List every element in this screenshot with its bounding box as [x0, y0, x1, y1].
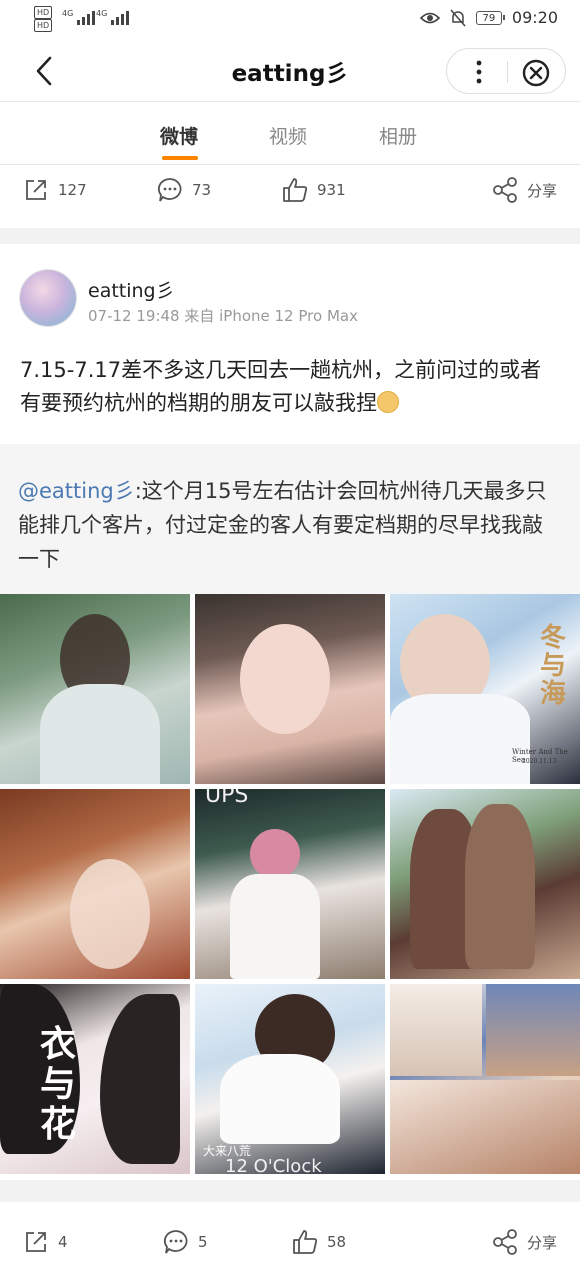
dress-shape: [40, 684, 160, 784]
photo-7[interactable]: 衣与花: [0, 984, 190, 1174]
collage-cell-2: [486, 984, 580, 1076]
signal-icon: 4G: [62, 9, 96, 25]
status-bar: HD HD 4G 4G 79 09:20: [0, 0, 580, 40]
photo-7-title: 衣与花: [40, 1023, 77, 1145]
author-name[interactable]: eatting彡: [88, 276, 175, 303]
hair-shape-2: [100, 994, 180, 1164]
share-icon: [493, 1229, 517, 1255]
network-type-1: 4G: [62, 9, 74, 18]
like-count: 58: [327, 1233, 347, 1251]
share-icon: [493, 177, 517, 203]
hd-badge-2: HD: [34, 19, 53, 32]
figure-shape: [70, 859, 150, 969]
divider: [0, 164, 580, 165]
dress-shape: [230, 874, 320, 979]
comment-button[interactable]: 5: [162, 1228, 208, 1256]
thumbs-up-icon: [283, 178, 308, 202]
photo-9[interactable]: [390, 984, 580, 1174]
repost-icon: [26, 180, 46, 200]
signal-icon-2: 4G: [96, 9, 130, 25]
repost-button[interactable]: 4: [22, 1228, 68, 1256]
comment-icon: [157, 178, 182, 202]
repost-count: 4: [58, 1233, 68, 1251]
close-icon[interactable]: [521, 58, 551, 88]
nav-bar: eatting彡: [0, 40, 580, 102]
comment-count: 5: [198, 1233, 208, 1251]
collage-cell-1: [390, 984, 482, 1076]
photo-1[interactable]: [0, 594, 190, 784]
eye-icon: [419, 12, 440, 23]
photo-3[interactable]: 冬与海 Winter And The Sea 2020.11.13: [390, 594, 580, 784]
post-actions: 4 5 58 分享: [0, 1218, 580, 1266]
tab-video[interactable]: 视频: [269, 122, 307, 149]
share-label: 分享: [527, 181, 558, 200]
prev-post-actions: 127 73 931 分享: [0, 166, 580, 214]
tab-album[interactable]: 相册: [379, 122, 417, 149]
mini-program-capsule: [446, 48, 566, 94]
share-label: 分享: [527, 1233, 558, 1252]
photo-4[interactable]: [0, 789, 190, 979]
figure-shape-2: [465, 804, 535, 969]
comment-count: 73: [192, 181, 212, 199]
share-button[interactable]: 分享: [491, 176, 557, 204]
section-gap: [0, 228, 580, 244]
photo-5-text: UPS: [205, 789, 249, 808]
collage-cell-3: [390, 1080, 580, 1174]
hair-shape: [250, 829, 300, 879]
photo-5[interactable]: UPS: [195, 789, 385, 979]
post-body: 7.15-7.17差不多这几天回去一趟杭州，之前问过的或者有要预约杭州的档期的朋…: [20, 358, 542, 415]
like-button[interactable]: 58: [291, 1228, 346, 1256]
status-right: 79 09:20: [419, 8, 558, 27]
mention-link[interactable]: @eatting彡: [18, 479, 135, 503]
share-button[interactable]: 分享: [491, 1228, 557, 1256]
more-icon[interactable]: [469, 58, 489, 86]
repost-button[interactable]: 127: [22, 176, 87, 204]
repost-text: @eatting彡:这个月15号左右估计会回杭州待几天最多只能排几个客片，付过定…: [18, 474, 562, 576]
battery-indicator: 79: [475, 10, 505, 25]
post-meta: 07-12 19:48 来自 iPhone 12 Pro Max: [88, 307, 358, 325]
tab-weibo[interactable]: 微博: [160, 122, 198, 149]
capsule-divider: [507, 61, 508, 83]
like-button[interactable]: 931: [281, 176, 346, 204]
fist-emoji-icon: [377, 391, 399, 413]
post-text: 7.15-7.17差不多这几天回去一趟杭州，之前问过的或者有要预约杭州的档期的朋…: [20, 354, 560, 420]
repost-quote[interactable]: @eatting彡:这个月15号左右估计会回杭州待几天最多只能排几个客片，付过定…: [0, 444, 580, 594]
photo-8[interactable]: 大来八荒 12 O'Clock: [195, 984, 385, 1174]
comment-icon: [163, 1230, 188, 1254]
tab-bar: 微博 视频 相册: [0, 102, 580, 164]
avatar[interactable]: [20, 270, 76, 326]
photo-6[interactable]: [390, 789, 580, 979]
thumbs-up-icon: [293, 1230, 318, 1254]
comment-button[interactable]: 73: [156, 176, 211, 204]
photo-3-title: 冬与海: [540, 623, 567, 709]
photo-8-clock: 12 O'Clock: [225, 1156, 322, 1174]
photo-3-date: 2020.11.13: [522, 758, 557, 765]
network-type-2: 4G: [96, 9, 108, 18]
clock: 09:20: [511, 8, 558, 27]
shirt-shape: [220, 1054, 340, 1144]
hd-badge-1: HD: [34, 6, 53, 19]
repost-count: 127: [58, 181, 87, 199]
shirt-shape: [390, 694, 530, 784]
repost-icon: [26, 1232, 46, 1252]
photo-2[interactable]: [195, 594, 385, 784]
network-indicators: HD HD: [34, 6, 54, 32]
bell-off-icon: [450, 9, 466, 26]
face-shape: [240, 624, 330, 734]
active-tab-indicator: [162, 156, 198, 160]
section-gap: [0, 1180, 580, 1202]
photo-grid: 冬与海 Winter And The Sea 2020.11.13 UPS 衣与…: [0, 594, 580, 1178]
like-count: 931: [317, 181, 346, 199]
